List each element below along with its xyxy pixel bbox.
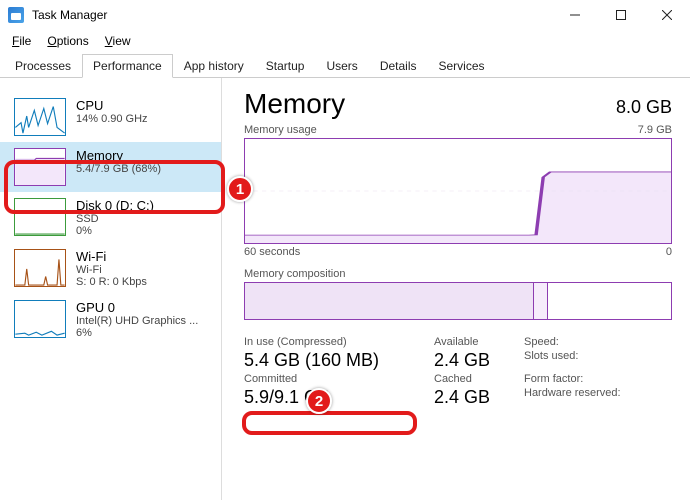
sidebar-item-cpu[interactable]: CPU 14% 0.90 GHz [0, 92, 221, 142]
titlebar: Task Manager [0, 0, 690, 30]
usage-axis: 60 seconds 0 [244, 246, 672, 258]
sidebar-item-title: CPU [76, 98, 148, 113]
usage-label-row: Memory usage 7.9 GB [244, 124, 672, 136]
axis-left: 60 seconds [244, 246, 300, 258]
cpu-thumb-chart [14, 98, 66, 136]
usage-label: Memory usage [244, 124, 317, 136]
sidebar-item-title: Memory [76, 148, 161, 163]
sidebar-item-sub2: 6% [76, 327, 198, 339]
sidebar-item-title: GPU 0 [76, 300, 198, 315]
menu-file[interactable]: File [6, 32, 37, 50]
memory-total: 8.0 GB [616, 97, 672, 118]
stat-grid: In use (Compressed) Available Speed: 240… [244, 336, 672, 408]
tab-bar: ProcessesPerformanceApp historyStartupUs… [0, 52, 690, 78]
spec-hwres-val: 148 MB [674, 387, 690, 408]
menu-options[interactable]: Options [41, 32, 94, 50]
content-header: Memory 8.0 GB [244, 88, 672, 120]
window-controls [552, 0, 690, 30]
mem-thumb-chart [14, 148, 66, 186]
sidebar-item-sub: Intel(R) UHD Graphics ... [76, 315, 198, 327]
tab-users[interactable]: Users [315, 54, 368, 78]
memory-composition-bar[interactable] [244, 282, 672, 320]
sidebar-item-title: Disk 0 (D: C:) [76, 198, 154, 213]
app-icon [8, 7, 24, 23]
wifi-thumb-chart [14, 249, 66, 287]
usage-max: 7.9 GB [638, 124, 672, 136]
composition-label: Memory composition [244, 268, 672, 280]
close-button[interactable] [644, 0, 690, 30]
memory-usage-graph[interactable] [244, 138, 672, 244]
inuse-label: In use (Compressed) [244, 336, 434, 348]
spec-speed-label: Speed: [524, 336, 674, 348]
tab-processes[interactable]: Processes [4, 54, 82, 78]
sidebar-item-disk[interactable]: Disk 0 (D: C:) SSD 0% [0, 192, 221, 243]
axis-right: 0 [666, 246, 672, 258]
performance-sidebar: CPU 14% 0.90 GHz Memory 5.4/7.9 GB (68%)… [0, 78, 222, 500]
sidebar-item-sub: SSD [76, 213, 154, 225]
available-label: Available [434, 336, 524, 348]
tab-performance[interactable]: Performance [82, 54, 173, 78]
cached-label: Cached [434, 373, 524, 385]
close-icon [662, 10, 672, 20]
tab-details[interactable]: Details [369, 54, 428, 78]
composition-segment-1 [534, 283, 548, 319]
disk-thumb-chart [14, 198, 66, 236]
maximize-button[interactable] [598, 0, 644, 30]
committed-label: Committed [244, 373, 434, 385]
window-title: Task Manager [32, 8, 107, 22]
sidebar-item-sub: 14% 0.90 GHz [76, 113, 148, 125]
sidebar-item-sub: Wi-Fi [76, 264, 147, 276]
spec-speed-val: 2400 ... [674, 336, 690, 348]
spec-hwres-label: Hardware reserved: [524, 387, 674, 408]
sidebar-item-title: Wi-Fi [76, 249, 147, 264]
menu-view[interactable]: View [99, 32, 137, 50]
maximize-icon [616, 10, 626, 20]
sidebar-item-mem[interactable]: Memory 5.4/7.9 GB (68%) [0, 142, 221, 192]
sidebar-item-wifi[interactable]: Wi-Fi Wi-Fi S: 0 R: 0 Kbps [0, 243, 221, 294]
gpu-thumb-chart [14, 300, 66, 338]
sidebar-item-gpu[interactable]: GPU 0 Intel(R) UHD Graphics ... 6% [0, 294, 221, 345]
spec-ff-label: Form factor: [524, 373, 674, 385]
composition-segment-2 [548, 283, 671, 319]
committed-value: 5.9/9.1 GB [244, 387, 434, 408]
tab-services[interactable]: Services [428, 54, 496, 78]
page-title: Memory [244, 88, 345, 120]
spec-slots-label: Slots used: [524, 350, 674, 371]
available-value: 2.4 GB [434, 350, 524, 371]
sidebar-item-sub2: 0% [76, 225, 154, 237]
cached-value: 2.4 GB [434, 387, 524, 408]
tab-app-history[interactable]: App history [173, 54, 255, 78]
content-panel: Memory 8.0 GB Memory usage 7.9 GB 60 sec… [222, 78, 690, 500]
spec-slots-val: 2 of 2 [674, 350, 690, 371]
sidebar-item-sub: 5.4/7.9 GB (68%) [76, 163, 161, 175]
inuse-value: 5.4 GB (160 MB) [244, 350, 434, 371]
tab-startup[interactable]: Startup [255, 54, 316, 78]
spec-ff-val: SODI... [674, 373, 690, 385]
main-area: CPU 14% 0.90 GHz Memory 5.4/7.9 GB (68%)… [0, 78, 690, 500]
minimize-icon [570, 10, 580, 20]
minimize-button[interactable] [552, 0, 598, 30]
sidebar-item-sub2: S: 0 R: 0 Kbps [76, 276, 147, 288]
menubar: File Options View [0, 30, 690, 52]
composition-segment-0 [245, 283, 534, 319]
